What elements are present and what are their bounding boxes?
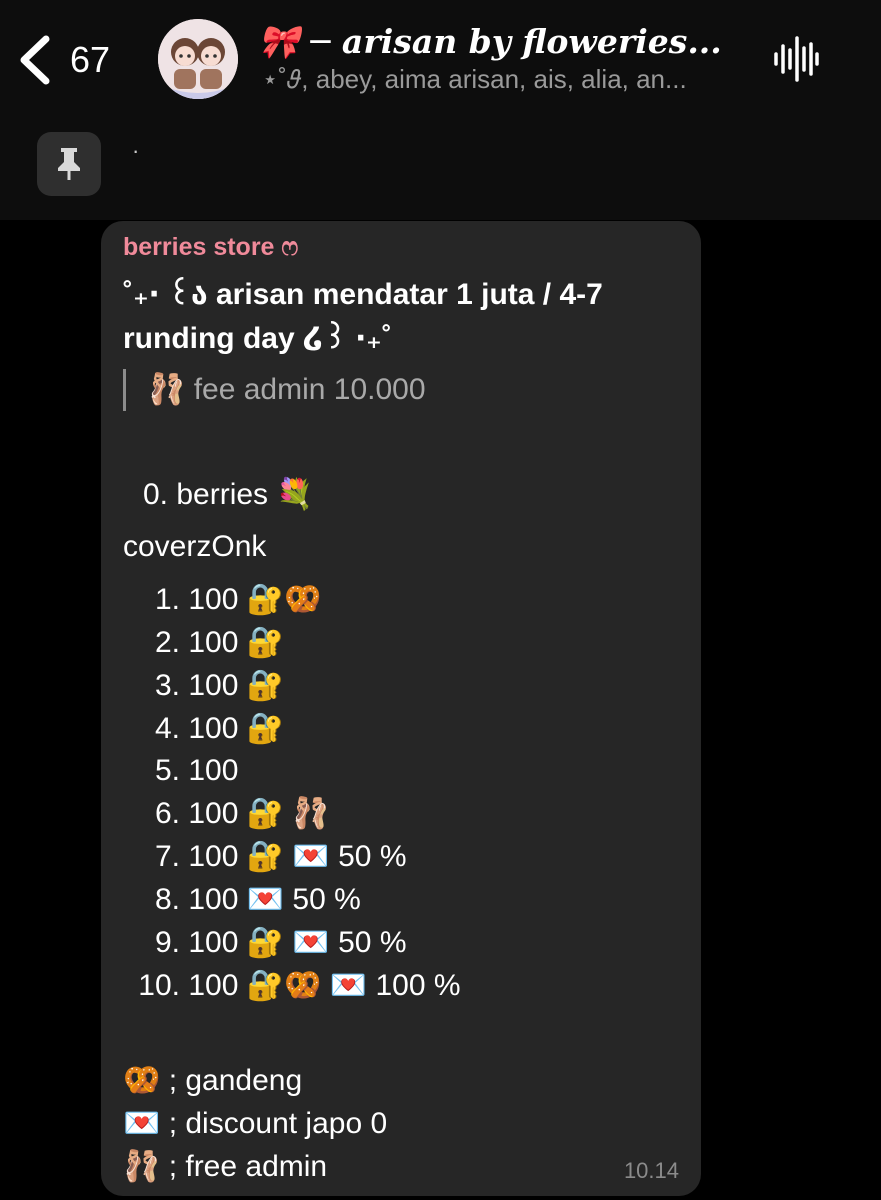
slot-value: 100 🔐 💌 50 % [188, 840, 407, 873]
sound-wave-icon [774, 36, 819, 82]
slot-row: 3. 100 🔐 [123, 666, 284, 706]
slot-number: 7. [154, 840, 180, 873]
legend-line: 🥨 ; gandeng [123, 1064, 303, 1097]
sender-name[interactable]: berries store ෆ [123, 233, 298, 262]
slot-number: 3. [154, 669, 180, 702]
slot-row: 1. 100 🔐🥨 [123, 580, 321, 620]
slot-number: 5. [154, 754, 180, 787]
slot-row: 7. 100 🔐 💌 50 % [123, 837, 407, 877]
slot-number: 9. [154, 926, 180, 959]
slot-row: 9. 100 🔐 💌 50 % [123, 923, 407, 963]
slot-row: 4. 100 🔐 [123, 709, 284, 749]
pin-icon [58, 148, 80, 180]
pinned-message-text: · [132, 138, 140, 163]
voice-chat-button[interactable] [770, 34, 820, 84]
chat-header: 67 🎀 ─ arisan by floweries... ⋆˚𝜗, abey,… [0, 0, 881, 120]
message-bubble[interactable]: berries store ෆ ˚₊‧ ꒰ა arisan mendatar 1… [101, 221, 701, 1196]
slot-number: 4. [154, 712, 180, 745]
quote-block: 🩰 fee admin 10.000 [123, 369, 426, 411]
slot-row: 8. 100 💌 50 % [123, 880, 361, 920]
cover-label: coverzOnk [123, 530, 267, 563]
slot-number: 2. [154, 626, 180, 659]
message-timestamp: 10.14 [623, 1158, 679, 1183]
slot-row: 6. 100 🔐 🩰 [123, 794, 330, 834]
group-avatar[interactable] [158, 19, 238, 99]
slot-row: 5. 100 [123, 751, 238, 791]
slot-value: 100 [188, 754, 239, 787]
slot-value: 100 🔐 [188, 626, 285, 659]
slot-row: 10. 100 🔐🥨 💌 100 % [123, 966, 461, 1006]
legend-line: 🩰 ; free admin [123, 1150, 328, 1183]
slot-value: 100 🔐 [188, 669, 285, 702]
slot-value: 100 💌 50 % [188, 883, 361, 916]
slot-value: 100 🔐🥨 💌 100 % [188, 969, 461, 1002]
pin-button[interactable] [37, 132, 101, 196]
unread-count: 67 [70, 39, 111, 80]
slot-number: 1. [154, 583, 180, 616]
slot-value: 100 🔐🥨 [188, 583, 322, 616]
slot-value: 100 🔐 🩰 [188, 797, 330, 830]
message-headline: ˚₊‧ ꒰ა arisan mendatar 1 juta / 4-7 rund… [123, 278, 603, 355]
chevron-left-icon [20, 35, 50, 85]
chat-members[interactable]: ⋆˚𝜗, abey, aima arisan, ais, alia, an... [262, 64, 742, 96]
pinned-message-bar[interactable]: · [0, 120, 881, 220]
back-button[interactable]: 67 [18, 32, 128, 88]
slot-number: 10. [138, 969, 180, 1002]
chat-title[interactable]: 🎀 ─ arisan by floweries... [258, 22, 758, 62]
owner-line: 0. berries 💐 [143, 478, 314, 511]
slot-value: 100 🔐 [188, 712, 285, 745]
slot-number: 6. [154, 797, 180, 830]
slot-number: 8. [154, 883, 180, 916]
slot-value: 100 🔐 💌 50 % [188, 926, 407, 959]
legend-line: 💌 ; discount japo 0 [123, 1107, 388, 1140]
slot-row: 2. 100 🔐 [123, 623, 284, 663]
